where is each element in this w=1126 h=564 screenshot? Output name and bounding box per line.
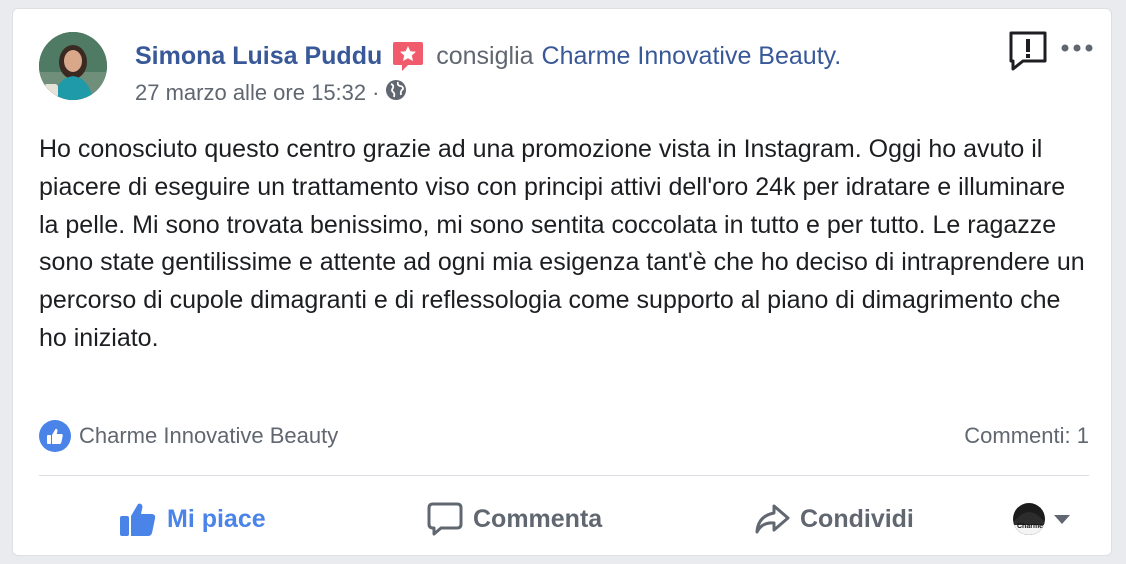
report-icon[interactable] [1009, 31, 1047, 71]
page-avatar-text: Charme [1017, 523, 1044, 530]
post-actions-bar: Mi piace Commenta Condividi Charme [39, 493, 1089, 545]
share-arrow-icon [755, 504, 790, 534]
likes-by-label: Charme Innovative Beauty [79, 423, 339, 448]
post-header: Simona Luisa Puddu consiglia Charme Inno… [135, 39, 841, 73]
dropdown-caret-icon [1054, 515, 1070, 524]
page-avatar: Charme [1013, 503, 1045, 535]
share-button-label: Condividi [800, 504, 914, 533]
author-avatar[interactable] [39, 32, 107, 100]
like-button[interactable]: Mi piace [119, 493, 266, 545]
recommend-verb: consiglia [436, 41, 534, 70]
comments-count-link[interactable]: Commenti: 1 [964, 423, 1089, 449]
post-card: Simona Luisa Puddu consiglia Charme Inno… [12, 8, 1112, 556]
post-stats: Charme Innovative Beauty Commenti: 1 [39, 419, 1089, 453]
like-reaction-icon [39, 420, 71, 452]
author-name-link[interactable]: Simona Luisa Puddu [135, 42, 382, 71]
thumbs-up-icon [120, 503, 156, 536]
post-meta: 27 marzo alle ore 15:32 · [135, 79, 407, 107]
recommend-badge-icon [392, 40, 424, 72]
like-button-label: Mi piace [167, 504, 266, 533]
likes-summary[interactable]: Charme Innovative Beauty [39, 420, 338, 452]
comment-icon [427, 502, 463, 536]
actions-divider [39, 475, 1089, 476]
page-identity-switcher[interactable]: Charme [1013, 501, 1071, 537]
page-name-link[interactable]: Charme Innovative Beauty. [542, 42, 842, 71]
post-body-text: Ho conosciuto questo centro grazie ad un… [39, 135, 1085, 352]
post-timestamp[interactable]: 27 marzo alle ore 15:32 [135, 80, 366, 106]
share-button[interactable]: Condividi [754, 493, 914, 545]
meta-separator: · [372, 80, 380, 105]
comment-button-label: Commenta [473, 504, 603, 533]
globe-icon[interactable] [385, 79, 407, 107]
comment-button[interactable]: Commenta [427, 493, 602, 545]
more-options-icon[interactable] [1060, 37, 1094, 59]
